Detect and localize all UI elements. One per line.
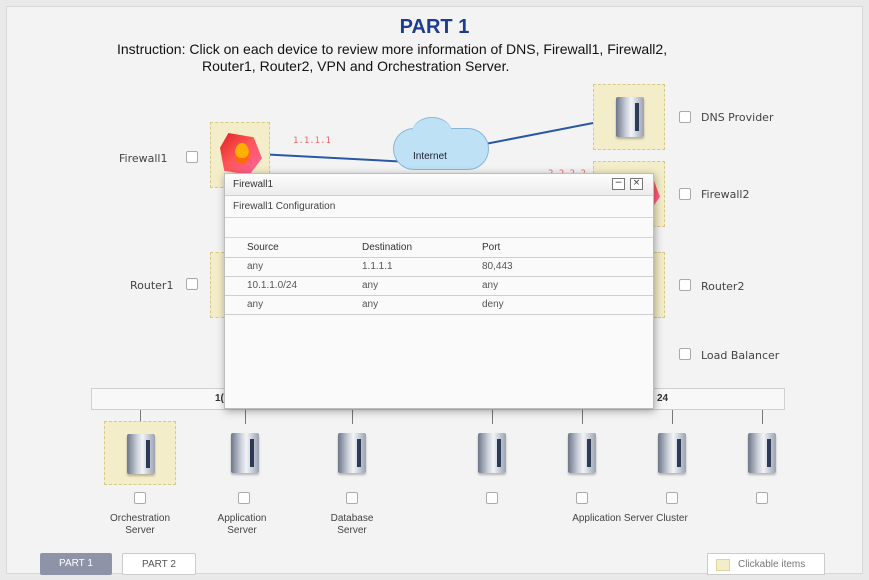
orchestration-server-label: Orchestration Server [109, 513, 171, 536]
cell-source: any [225, 295, 340, 315]
cluster-server-4-icon[interactable] [748, 433, 776, 473]
dns-provider-device[interactable] [593, 84, 665, 150]
application-server-checkbox[interactable] [238, 492, 250, 504]
tab-part-1[interactable]: PART 1 [40, 553, 112, 575]
dialog-subtitle: Firewall1 Configuration [233, 201, 336, 212]
bus-subnet-left: 1( [215, 393, 224, 404]
table-row: any 1.1.1.1 80,443 [225, 257, 653, 277]
instruction-text: Instruction: Click on each device to rev… [117, 41, 797, 75]
firewall2-checkbox[interactable] [679, 188, 691, 200]
bus-drop [492, 410, 493, 424]
cell-destination: any [340, 276, 460, 296]
cell-port: deny [460, 295, 653, 315]
close-button[interactable]: × [630, 178, 643, 190]
firewall1-label: Firewall1 [119, 152, 168, 165]
firewall1-dialog: Firewall1 − × Firewall1 Configuration So… [224, 173, 654, 409]
cluster-server-2-checkbox[interactable] [576, 492, 588, 504]
cluster-server-3-icon[interactable] [658, 433, 686, 473]
cluster-server-1-checkbox[interactable] [486, 492, 498, 504]
bus-subnet-right: 24 [657, 393, 669, 404]
internet-cloud-icon[interactable] [393, 117, 489, 170]
table-row: 10.1.1.0/24 any any [225, 276, 653, 296]
database-server-icon[interactable] [338, 433, 366, 473]
flame-icon [235, 143, 249, 163]
bus-drop [245, 410, 246, 424]
orchestration-server-device[interactable] [104, 421, 176, 485]
legend-box: Clickable items [707, 553, 825, 575]
table-header-row: Source Destination Port [225, 238, 653, 258]
application-server-cluster-label: Application Server Cluster [572, 513, 688, 524]
column-header-source: Source [225, 238, 340, 258]
bus-drop [672, 410, 673, 424]
internet-label: Internet [413, 151, 447, 162]
server-icon [616, 97, 644, 137]
load-balancer-checkbox[interactable] [679, 348, 691, 360]
application-server-label: Application Server [217, 513, 267, 536]
firewall1-checkbox[interactable] [186, 151, 198, 163]
dialog-subtitle-bar: Firewall1 Configuration [225, 196, 653, 218]
server-icon [127, 434, 155, 474]
dns-provider-checkbox[interactable] [679, 111, 691, 123]
router2-label: Router2 [701, 280, 745, 293]
dialog-spacer [225, 218, 653, 238]
clickable-swatch [716, 559, 730, 571]
firewall2-label: Firewall2 [701, 188, 750, 201]
instruction-line-1: Instruction: Click on each device to rev… [117, 41, 668, 57]
firewall1-ip-label: 1.1.1.1 [293, 136, 331, 146]
orchestration-server-checkbox[interactable] [134, 492, 146, 504]
cluster-server-3-checkbox[interactable] [666, 492, 678, 504]
cell-source: any [225, 257, 340, 277]
cell-source: 10.1.1.0/24 [225, 276, 340, 296]
legend-label: Clickable items [738, 559, 806, 570]
minimize-button[interactable]: − [612, 178, 625, 190]
cell-port: 80,443 [460, 257, 653, 277]
page-title: PART 1 [399, 16, 470, 38]
database-server-label: Database Server [330, 513, 374, 536]
application-server-icon[interactable] [231, 433, 259, 473]
instruction-line-2: Router1, Router2, VPN and Orchestration … [202, 58, 510, 74]
firewall-rules-table: Source Destination Port any 1.1.1.1 80,4… [225, 238, 653, 315]
bus-drop [352, 410, 353, 424]
database-server-checkbox[interactable] [346, 492, 358, 504]
table-row: any any deny [225, 295, 653, 315]
cell-destination: any [340, 295, 460, 315]
dialog-title: Firewall1 [233, 179, 274, 190]
router1-checkbox[interactable] [186, 278, 198, 290]
cluster-server-1-icon[interactable] [478, 433, 506, 473]
column-header-destination: Destination [340, 238, 460, 258]
router1-label: Router1 [130, 279, 174, 292]
tab-part-2[interactable]: PART 2 [122, 553, 196, 575]
cell-destination: 1.1.1.1 [340, 257, 460, 277]
load-balancer-label: Load Balancer [701, 349, 780, 362]
router2-checkbox[interactable] [679, 279, 691, 291]
column-header-port: Port [460, 238, 653, 258]
bus-drop [582, 410, 583, 424]
bus-drop [762, 410, 763, 424]
cell-port: any [460, 276, 653, 296]
dns-provider-label: DNS Provider [701, 111, 774, 124]
dialog-titlebar[interactable]: Firewall1 − × [225, 174, 653, 196]
cluster-server-4-checkbox[interactable] [756, 492, 768, 504]
cluster-server-2-icon[interactable] [568, 433, 596, 473]
